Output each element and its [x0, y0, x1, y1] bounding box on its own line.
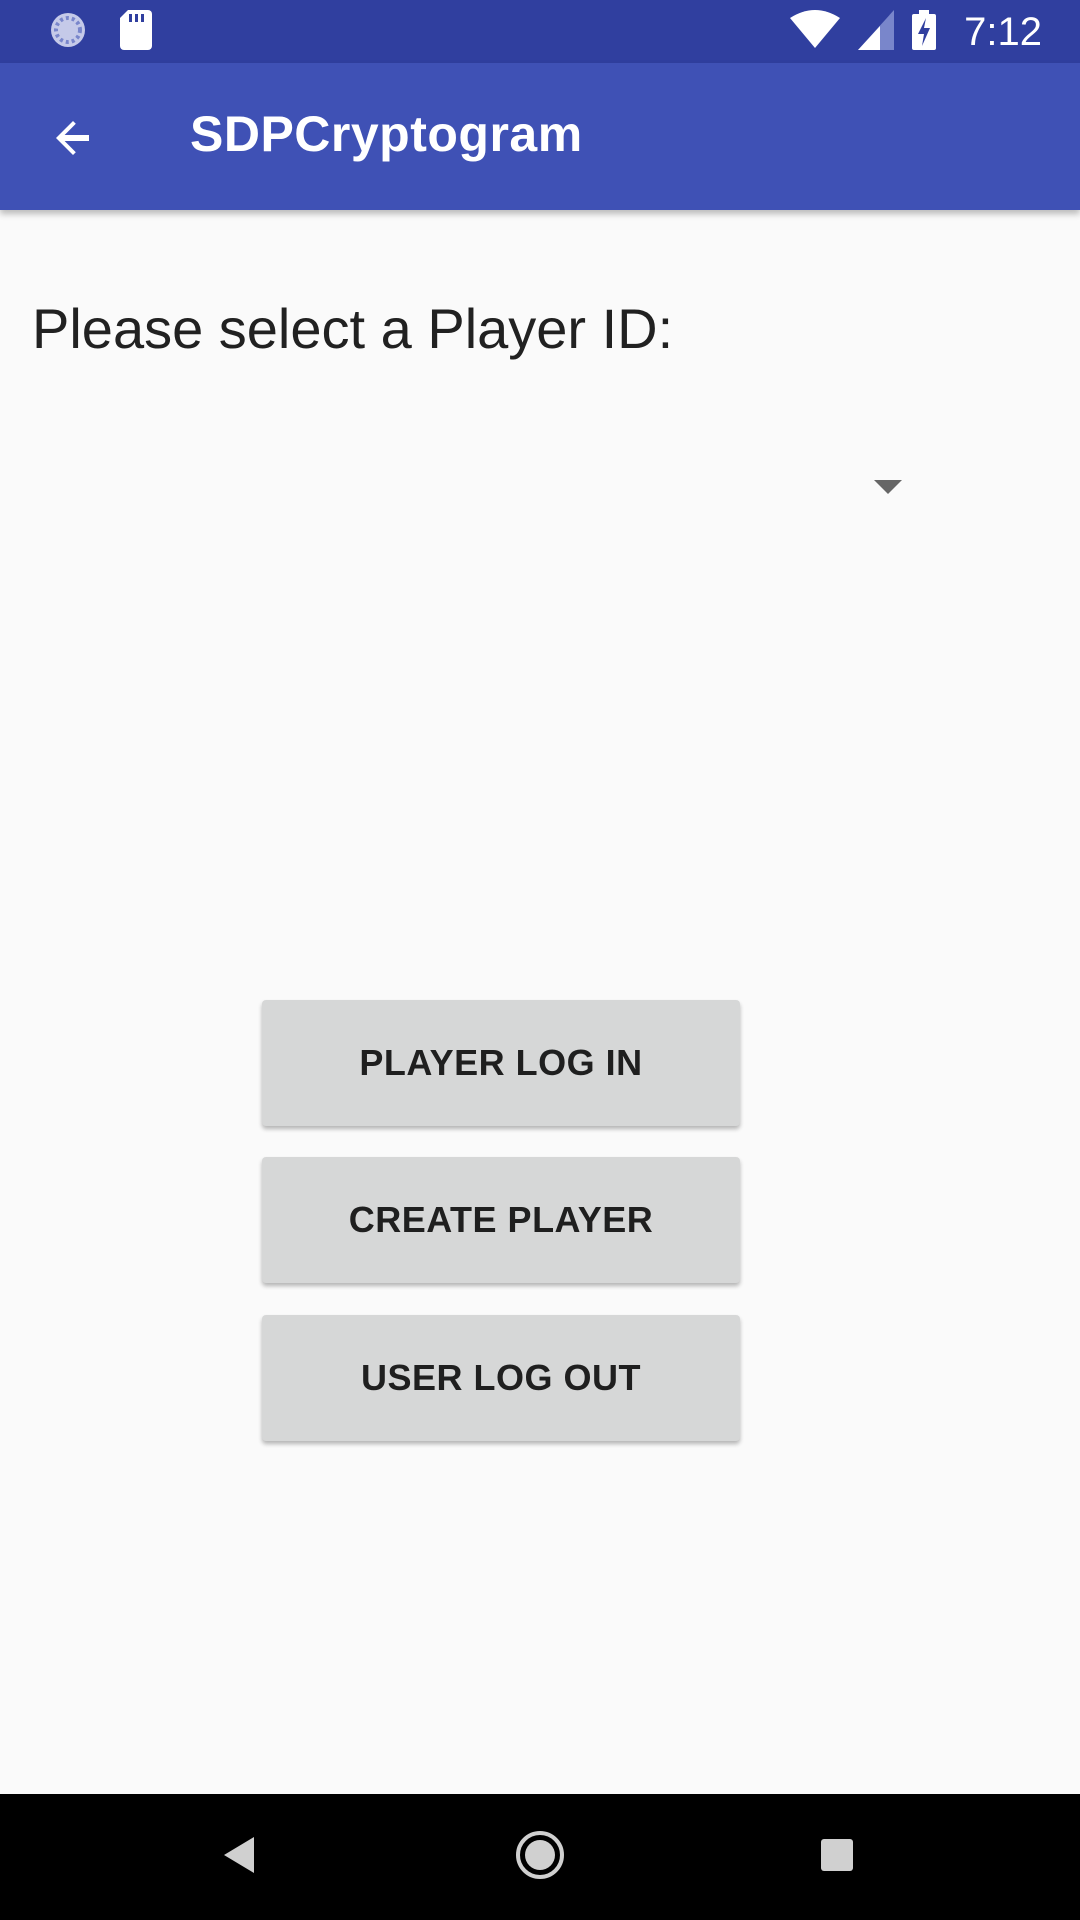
- nav-back-button[interactable]: [200, 1817, 280, 1897]
- sd-card-icon: [120, 9, 152, 55]
- status-bar: 7:12: [0, 0, 1080, 63]
- battery-charging-icon: [912, 9, 937, 55]
- status-left-icons: [48, 9, 152, 55]
- sync-icon: [48, 10, 88, 55]
- nav-home-button[interactable]: [500, 1817, 580, 1897]
- dropdown-arrow-icon: [874, 480, 902, 499]
- arrow-back-icon: [49, 114, 97, 167]
- wifi-icon: [790, 9, 841, 55]
- create-player-button[interactable]: CREATE PLAYER: [262, 1157, 740, 1283]
- player-id-prompt: Please select a Player ID:: [32, 297, 674, 360]
- status-clock: 7:12: [964, 9, 1042, 54]
- user-logout-button[interactable]: USER LOG OUT: [262, 1315, 740, 1441]
- nav-home-icon: [514, 1829, 566, 1886]
- app-title: SDPCryptogram: [190, 106, 583, 162]
- cell-signal-icon: [858, 9, 895, 55]
- nav-recents-icon: [820, 1838, 854, 1877]
- nav-recents-button[interactable]: [797, 1817, 877, 1897]
- navigation-bar: [0, 1794, 1080, 1920]
- back-button[interactable]: [30, 97, 116, 183]
- status-right-icons: 7:12: [790, 8, 1042, 56]
- nav-back-icon: [222, 1835, 258, 1880]
- player-login-button[interactable]: PLAYER LOG IN: [262, 1000, 740, 1126]
- app-bar: SDPCryptogram: [0, 63, 1080, 210]
- player-id-spinner[interactable]: [32, 440, 912, 530]
